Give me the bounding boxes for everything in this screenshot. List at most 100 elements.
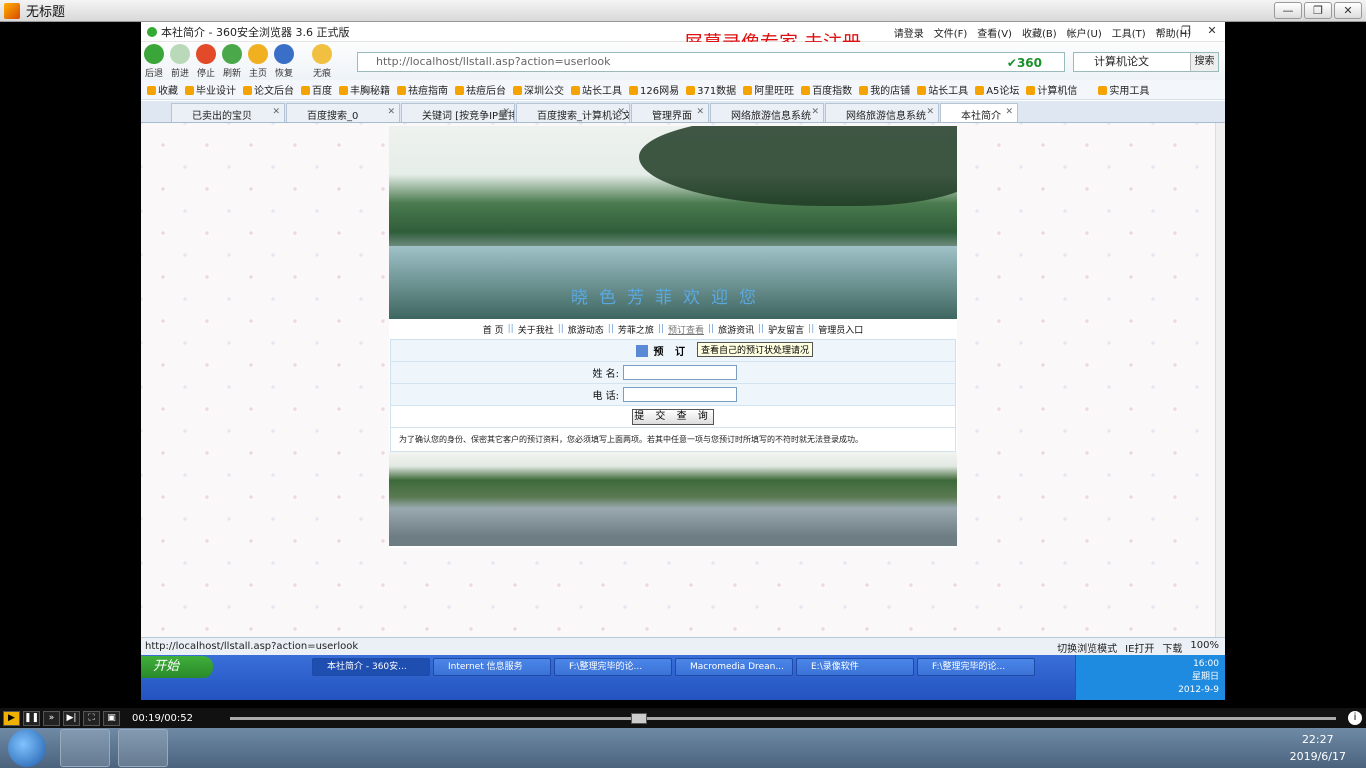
- pause-button[interactable]: ❚❚: [23, 710, 40, 726]
- nav-about[interactable]: 关于我社: [518, 323, 554, 336]
- address-bar[interactable]: http://localhost/llstall.asp?action=user…: [357, 52, 1065, 72]
- zoom-level[interactable]: 100%: [1190, 640, 1219, 655]
- screen-recorder-icon[interactable]: [118, 729, 168, 767]
- fav-item[interactable]: 百度: [301, 82, 332, 97]
- xp-task-button[interactable]: 本社简介 - 360安...: [312, 658, 430, 676]
- fav-item[interactable]: 百度指数: [801, 82, 852, 97]
- back-button[interactable]: 后退: [141, 44, 167, 79]
- fav-item[interactable]: 阿里旺旺: [743, 82, 794, 97]
- seek-thumb[interactable]: [631, 713, 648, 724]
- fav-item[interactable]: 计算机信: [1026, 82, 1077, 97]
- playback-time: 00:19/00:52: [132, 712, 194, 724]
- tab[interactable]: 百度搜索_0: [286, 103, 400, 122]
- fav-tools[interactable]: 实用工具: [1098, 82, 1149, 97]
- browser-toolbar: 后退 前进 停止 刷新 主页 恢复 无痕 http://localhost/ll…: [141, 42, 1225, 80]
- tab[interactable]: 百度搜索_计算机论文: [516, 103, 630, 122]
- tab-active[interactable]: 本社简介: [940, 103, 1018, 122]
- xp-task-button[interactable]: Internet 信息服务: [433, 658, 551, 676]
- player-logo-icon: [4, 2, 20, 19]
- fav-item[interactable]: 祛痘后台: [455, 82, 506, 97]
- xp-task-button[interactable]: F:\整理完毕的论...: [917, 658, 1035, 676]
- nav-tours[interactable]: 芳菲之旅: [618, 323, 654, 336]
- nav-home[interactable]: 首 页: [483, 323, 504, 336]
- refresh-button[interactable]: 刷新: [219, 44, 245, 79]
- fav-item[interactable]: 收藏: [147, 82, 178, 97]
- fav-item[interactable]: A5论坛: [975, 82, 1019, 97]
- restore-button[interactable]: 恢复: [271, 44, 297, 79]
- refresh-icon: [222, 44, 242, 64]
- menu-favorites[interactable]: 收藏(B): [1022, 25, 1057, 40]
- menu-tools[interactable]: 工具(T): [1112, 25, 1146, 40]
- search-button[interactable]: 搜索: [1190, 53, 1218, 71]
- play-button[interactable]: ▶: [3, 710, 20, 726]
- search-input[interactable]: 计算机论文: [1094, 55, 1149, 68]
- windows-start-button[interactable]: [8, 729, 46, 767]
- tab[interactable]: 网络旅游信息系统: [825, 103, 939, 122]
- fullscreen-button[interactable]: ⛶: [83, 710, 100, 726]
- address-text: http://localhost/llstall.asp?action=user…: [376, 55, 611, 68]
- explorer-icon[interactable]: [60, 729, 110, 767]
- nav-travel-info[interactable]: 旅游资讯: [718, 323, 754, 336]
- xp-task-button[interactable]: E:\录像软件: [796, 658, 914, 676]
- minimize-button[interactable]: —: [1274, 2, 1302, 19]
- name-row: 姓 名:: [391, 362, 955, 384]
- tab[interactable]: 已卖出的宝贝: [171, 103, 285, 122]
- page-viewport: 晓色芳菲欢迎您 首 页 || 关于我社 || 旅游动态 || 芳菲之旅 || 预订查看 |…: [141, 123, 1215, 637]
- menu-file[interactable]: 文件(F): [934, 25, 968, 40]
- incognito-button[interactable]: 无痕: [309, 44, 335, 79]
- switch-mode-button[interactable]: 切换浏览模式: [1057, 640, 1117, 655]
- status-url: http://localhost/llstall.asp?action=user…: [145, 641, 359, 652]
- xp-task-button[interactable]: F:\整理完毕的论...: [554, 658, 672, 676]
- close-button[interactable]: ✕: [1334, 2, 1362, 19]
- menu-account[interactable]: 帐户(U): [1067, 25, 1102, 40]
- browser-close-button[interactable]: ✕: [1199, 22, 1225, 40]
- xp-start-button[interactable]: 开始: [141, 656, 213, 678]
- phone-input[interactable]: [623, 387, 737, 402]
- xp-task-button[interactable]: Macromedia Drean...: [675, 658, 793, 676]
- fav-item[interactable]: 毕业设计: [185, 82, 236, 97]
- windows-clock[interactable]: 22:27 2019/6/17: [1290, 731, 1346, 765]
- xp-clock-weekday: 星期日: [1191, 672, 1219, 682]
- info-icon[interactable]: i: [1348, 711, 1362, 725]
- search-box[interactable]: 计算机论文 搜索: [1073, 52, 1219, 72]
- nav-admin[interactable]: 管理员入口: [818, 323, 863, 336]
- page-scrollbar[interactable]: [1215, 123, 1225, 637]
- fav-item[interactable]: 祛痘指南: [397, 82, 448, 97]
- fav-item[interactable]: 126网易: [629, 82, 679, 97]
- browser-restore-button[interactable]: ❐: [1173, 22, 1199, 40]
- nav-guestbook[interactable]: 驴友留言: [768, 323, 804, 336]
- ie-open-button[interactable]: IE打开: [1125, 640, 1154, 655]
- submit-button[interactable]: 提 交 查 询: [632, 408, 714, 425]
- home-button[interactable]: 主页: [245, 44, 271, 79]
- fav-item[interactable]: 站长工具: [917, 82, 968, 97]
- browser-minimize-button[interactable]: –: [1147, 22, 1173, 40]
- tab[interactable]: 关键词 [按竞争IP量排...: [401, 103, 515, 122]
- fast-forward-button[interactable]: »: [43, 710, 60, 726]
- fav-item[interactable]: 丰胸秘籍: [339, 82, 390, 97]
- form-title-row: 预 订 管 查看自己的预订状处理请况: [391, 340, 955, 362]
- fav-item[interactable]: 论文后台: [243, 82, 294, 97]
- fav-item[interactable]: 我的店铺: [859, 82, 910, 97]
- fav-item[interactable]: 站长工具: [571, 82, 622, 97]
- maximize-button[interactable]: ❐: [1304, 2, 1332, 19]
- name-label: 姓 名:: [592, 369, 619, 380]
- menu-view[interactable]: 查看(V): [977, 25, 1012, 40]
- phone-row: 电 话:: [391, 384, 955, 406]
- footer-image: [389, 452, 957, 546]
- download-button[interactable]: 下载: [1162, 640, 1182, 655]
- fit-button[interactable]: ▣: [103, 710, 120, 726]
- seek-bar[interactable]: [230, 713, 1336, 724]
- fav-item[interactable]: 深圳公交: [513, 82, 564, 97]
- xp-system-tray: 16:00 星期日 2012-9-9: [1075, 655, 1225, 700]
- tab[interactable]: 管理界面: [631, 103, 709, 122]
- nav-news[interactable]: 旅游动态: [568, 323, 604, 336]
- name-input[interactable]: [623, 365, 737, 380]
- submit-row: 提 交 查 询: [391, 406, 955, 428]
- stop-button[interactable]: 停止: [193, 44, 219, 79]
- nav-booking-view[interactable]: 预订查看: [668, 323, 704, 336]
- step-button[interactable]: ▶|: [63, 710, 80, 726]
- forward-button[interactable]: 前进: [167, 44, 193, 79]
- fav-item[interactable]: 371数据: [686, 82, 736, 97]
- tab[interactable]: 网络旅游信息系统: [710, 103, 824, 122]
- menu-login[interactable]: 请登录: [894, 25, 924, 40]
